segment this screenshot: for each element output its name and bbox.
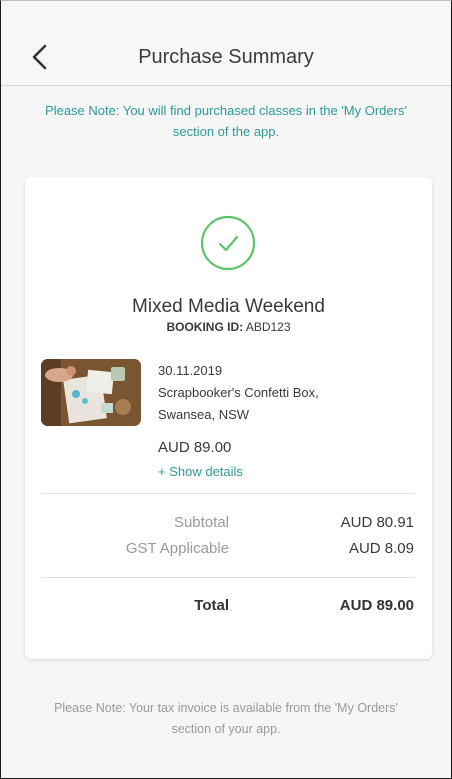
event-info: 30.11.2019 Scrapbooker's Confetti Box, S… bbox=[158, 360, 319, 426]
event-venue-line1: Scrapbooker's Confetti Box, bbox=[158, 385, 319, 400]
subtotal-value: AUD 80.91 bbox=[340, 514, 414, 531]
booking-id-value: ABD123 bbox=[245, 320, 291, 334]
event-name: Mixed Media Weekend bbox=[132, 296, 325, 317]
invoice-note: Please Note: Your tax invoice is availab… bbox=[54, 701, 398, 736]
page-title: Purchase Summary bbox=[138, 46, 314, 68]
booking-card: Mixed Media Weekend BOOKING ID: ABD123 3… bbox=[25, 177, 432, 659]
booking-id-line: BOOKING ID: ABD123 bbox=[25, 320, 432, 334]
gst-label: GST Applicable bbox=[125, 540, 229, 557]
header-bar: Purchase Summary bbox=[1, 1, 451, 86]
divider bbox=[42, 493, 415, 494]
total-label: Total bbox=[194, 597, 229, 614]
event-venue-line2: Swansea, NSW bbox=[158, 407, 250, 422]
divider bbox=[42, 577, 415, 578]
gst-value: AUD 8.09 bbox=[348, 540, 414, 557]
subtotal-label: Subtotal bbox=[173, 514, 229, 531]
event-thumbnail bbox=[41, 359, 141, 426]
booking-id-label: BOOKING ID: bbox=[166, 320, 244, 334]
total-value: AUD 89.00 bbox=[339, 597, 414, 614]
show-details-link[interactable]: + Show details bbox=[158, 464, 243, 479]
event-price: AUD 89.00 bbox=[158, 439, 232, 456]
event-date: 30.11.2019 bbox=[158, 363, 223, 378]
orders-note: Please Note: You will find purchased cla… bbox=[45, 103, 407, 139]
event-thumbnail-image bbox=[41, 359, 141, 426]
success-check-icon bbox=[200, 215, 256, 271]
